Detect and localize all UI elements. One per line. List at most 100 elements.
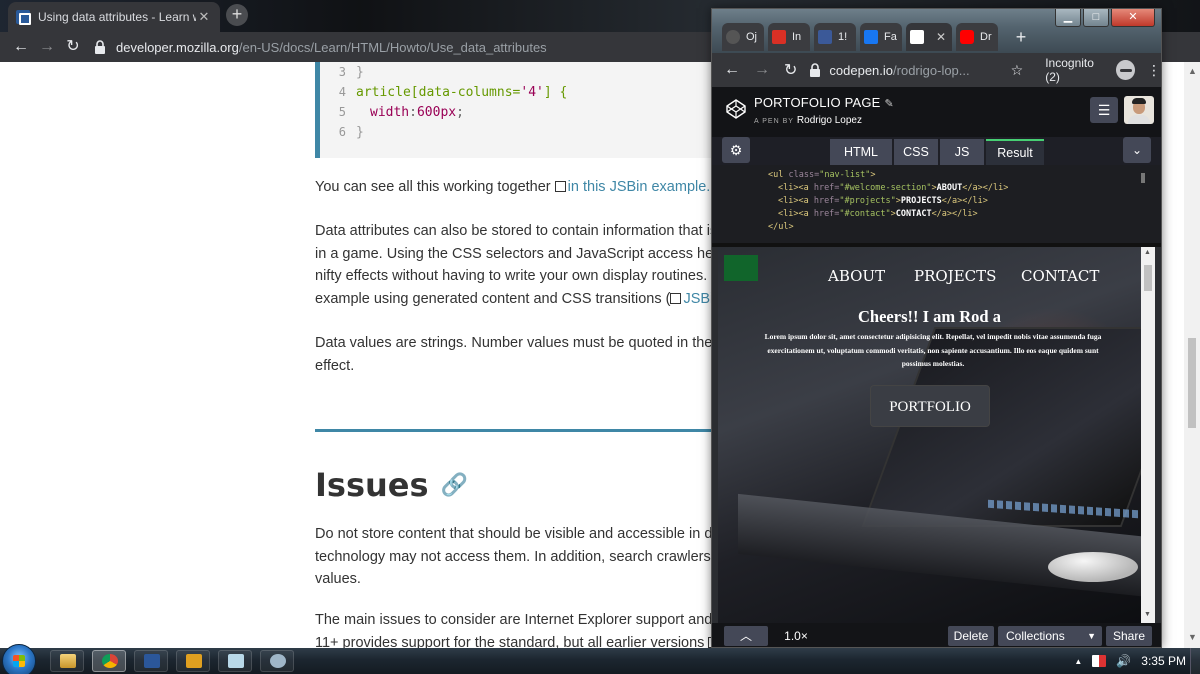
scrollbar-thumb[interactable] xyxy=(1188,338,1196,428)
close-icon[interactable]: ✕ xyxy=(196,9,212,25)
bookmark-star-icon[interactable]: ☆ xyxy=(1011,62,1024,79)
code-semicolon: ; xyxy=(456,104,464,120)
taskbar-word[interactable] xyxy=(134,650,168,672)
taskbar-app[interactable] xyxy=(260,650,294,672)
lock-icon xyxy=(810,63,821,77)
code-value: "#welcome-section" xyxy=(839,183,932,193)
code-value: "nav-list" xyxy=(819,170,871,180)
action-center-flag-icon[interactable] xyxy=(1092,655,1107,667)
codepen-header: PORTOFOLIO PAGE ✎ A PEN BY Rodrigo Lopez ☰ xyxy=(712,87,1161,137)
tab-label: In xyxy=(792,31,802,43)
incognito-icon[interactable] xyxy=(1115,60,1135,80)
fg-address-bar[interactable]: codepen.io/rodrigo-lop... xyxy=(809,58,1002,82)
code-line: 3 } xyxy=(320,62,715,82)
portfolio-button[interactable]: PORTFOLIO xyxy=(870,385,990,427)
code-attr: class= xyxy=(788,170,820,180)
show-desktop-button[interactable] xyxy=(1190,648,1200,674)
bg-address-bar[interactable]: developer.mozilla.org/en-US/docs/Learn/H… xyxy=(94,34,547,60)
chevron-down-icon[interactable]: ⌄ xyxy=(1123,137,1151,163)
tab-github[interactable]: Oj xyxy=(722,23,764,51)
new-tab-button[interactable]: + xyxy=(226,4,248,26)
delete-button[interactable]: Delete xyxy=(948,626,994,646)
paragraph-issues: Do not store content that should be visi… xyxy=(315,523,733,591)
taskbar-chrome[interactable] xyxy=(92,650,126,672)
tab-gmail[interactable]: In xyxy=(768,23,810,51)
tab-youtube[interactable]: Dr xyxy=(956,23,998,51)
lock-icon xyxy=(94,40,108,54)
nav-contact[interactable]: CONTACT xyxy=(1021,267,1099,285)
github-icon xyxy=(726,30,740,44)
tab-label: 1! xyxy=(838,31,848,43)
result-scrollbar[interactable]: ▲ ▼ xyxy=(1141,247,1155,623)
scroll-down-icon[interactable]: ▼ xyxy=(1144,611,1151,618)
author-prefix: A PEN BY xyxy=(754,118,794,125)
back-icon[interactable]: ← xyxy=(8,34,34,60)
close-icon[interactable]: ✕ xyxy=(936,30,946,44)
code-line: 6 } xyxy=(320,122,715,142)
share-button[interactable]: Share xyxy=(1106,626,1152,646)
taskbar-explorer[interactable] xyxy=(50,650,84,672)
code-value: 600px xyxy=(416,104,457,120)
scrollbar-thumb[interactable] xyxy=(1144,265,1152,291)
paragraph-line: values. xyxy=(315,571,361,587)
tab-html[interactable]: HTML xyxy=(830,139,892,165)
code-property: width xyxy=(370,104,410,120)
anchor-link-icon[interactable]: 🔗 xyxy=(441,473,468,498)
page-scrollbar[interactable]: ▲ ▼ xyxy=(1184,62,1200,648)
result-preview[interactable]: ABOUT PROJECTS CONTACT Cheers!! I am Rod… xyxy=(718,247,1141,623)
css-code-block: 3 } 4 article[data-columns= '4'] { 5 widt… xyxy=(315,62,715,158)
logo-placeholder[interactable] xyxy=(724,255,758,281)
pen-title[interactable]: PORTOFOLIO PAGE ✎ xyxy=(754,95,894,110)
reload-icon[interactable]: ↻ xyxy=(784,60,797,80)
tab-js[interactable]: JS xyxy=(940,139,984,165)
author-name[interactable]: Rodrigo Lopez xyxy=(797,115,862,126)
tab-linkedin[interactable]: 1! xyxy=(814,23,856,51)
tab-codepen[interactable]: ✕ xyxy=(906,23,952,51)
jsbin-link[interactable]: in this JSBin example. xyxy=(568,179,711,195)
line-number: 4 xyxy=(338,85,346,99)
collections-button[interactable]: Collections ▼ xyxy=(998,626,1102,646)
forward-icon[interactable]: → xyxy=(754,61,770,79)
youtube-icon xyxy=(960,30,974,44)
heading-text: Issues xyxy=(315,466,429,504)
scroll-up-icon[interactable]: ▲ xyxy=(1144,249,1151,256)
paragraph-line: The main issues to consider are Internet… xyxy=(315,612,733,628)
code-line: <li><a href="#welcome-section">ABOUT</a>… xyxy=(768,182,1161,195)
gear-icon[interactable]: ⚙ xyxy=(722,137,750,163)
code-scroll-thumb[interactable] xyxy=(1141,173,1145,183)
code-line: <ul class="nav-list"> xyxy=(768,169,1161,182)
reload-icon[interactable]: ↻ xyxy=(60,34,86,60)
chevron-up-icon[interactable]: ︿ xyxy=(724,626,768,646)
code-tag: <li><a xyxy=(778,209,814,219)
scroll-down-icon[interactable]: ▼ xyxy=(1188,632,1197,642)
nav-projects[interactable]: PROJECTS xyxy=(914,267,996,285)
show-hidden-icons[interactable]: ▲ xyxy=(1074,657,1082,666)
bg-tab-mdn[interactable]: Using data attributes - Learn web ✕ xyxy=(8,2,220,32)
pencil-icon[interactable]: ✎ xyxy=(885,98,894,110)
tab-css[interactable]: CSS xyxy=(894,139,938,165)
incognito-label[interactable]: Incognito (2) xyxy=(1045,56,1109,84)
incognito-browser-window: ▁ □ ✕ Oj In 1! Fa ✕ Dr + ← → ↻ codepen.i… xyxy=(711,8,1162,648)
avatar[interactable] xyxy=(1124,96,1154,124)
new-tab-button[interactable]: + xyxy=(1010,27,1032,47)
scroll-up-icon[interactable]: ▲ xyxy=(1188,66,1197,76)
tab-result[interactable]: Result xyxy=(986,139,1044,165)
zoom-level[interactable]: 1.0× xyxy=(776,626,816,646)
tab-facebook[interactable]: Fa xyxy=(860,23,902,51)
nav-about[interactable]: ABOUT xyxy=(828,267,885,285)
taskbar-media[interactable] xyxy=(176,650,210,672)
code-selector: article[data-columns= xyxy=(356,84,521,100)
menu-dots-icon[interactable]: ⋮ xyxy=(1147,62,1161,79)
clock[interactable]: 3:35 PM xyxy=(1141,654,1186,668)
dropdown-arrow-icon: ▼ xyxy=(1087,631,1096,641)
back-icon[interactable]: ← xyxy=(724,61,740,79)
forward-icon[interactable]: → xyxy=(34,34,60,60)
code-text: } xyxy=(356,64,364,80)
codepen-logo-icon[interactable] xyxy=(726,99,746,119)
chrome-icon xyxy=(102,654,118,668)
taskbar-notes[interactable] xyxy=(218,650,252,672)
html-code-editor[interactable]: <ul class="nav-list"> <li><a href="#welc… xyxy=(712,165,1161,243)
volume-icon[interactable]: 🔊 xyxy=(1116,654,1131,668)
start-button[interactable] xyxy=(2,644,36,674)
change-view-button[interactable]: ☰ xyxy=(1090,97,1118,123)
